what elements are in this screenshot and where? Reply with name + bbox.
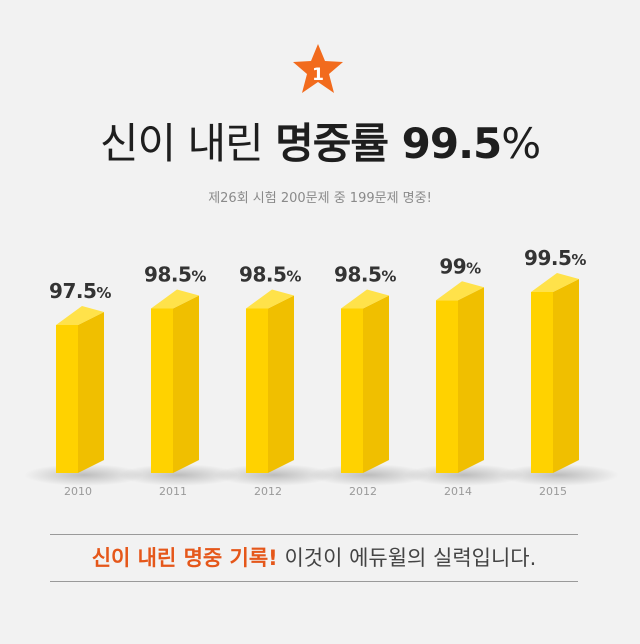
star-icon: 1 [293, 44, 343, 93]
bar-side [458, 287, 484, 473]
tagline-rest: 이것이 에듀윌의 실력입니다. [277, 546, 537, 570]
bar-value-number: 99.5 [524, 246, 571, 270]
bar [151, 308, 173, 473]
bar-value-unit: % [571, 251, 586, 269]
page-title: 신이 내린 명중률 99.5% [0, 110, 640, 171]
title-prefix: 신이 내린 [99, 119, 276, 168]
x-tick-label: 2012 [254, 485, 282, 498]
rank-badge: 1 [290, 42, 346, 96]
bar-value-label: 97.5% [49, 279, 111, 303]
bar-value-unit: % [381, 268, 396, 286]
badge-number: 1 [312, 65, 324, 85]
bar-side [78, 312, 104, 473]
bar-chart: 97.5% 2010 98.5% 2011 98.5% 2012 98.5% 2012 99% 2… [24, 246, 619, 498]
title-suffix: % [501, 119, 541, 168]
title-emphasis: 명중률 99.5 [275, 119, 502, 168]
bar [531, 292, 553, 473]
bar-value-number: 97.5 [49, 279, 96, 303]
x-tick-label: 2010 [64, 485, 92, 498]
x-tick-label: 2015 [539, 485, 567, 498]
bar-side [173, 295, 199, 473]
tagline: 신이 내린 명중 기록! 이것이 에듀윌의 실력입니다. [50, 534, 578, 582]
bar-value-label: 99% [439, 254, 481, 278]
bar-value-unit: % [191, 268, 206, 286]
bar-value-number: 99 [439, 254, 466, 278]
bar-side [268, 295, 294, 473]
bar-value-unit: % [286, 268, 301, 286]
bar [246, 308, 268, 473]
x-tick-label: 2012 [349, 485, 377, 498]
x-tick-label: 2011 [159, 485, 187, 498]
bar-value-number: 98.5 [334, 263, 381, 287]
bar [341, 308, 363, 473]
tagline-highlight: 신이 내린 명중 기록! [91, 546, 278, 570]
bar-value-unit: % [466, 259, 481, 277]
bar-side [363, 295, 389, 473]
bar-value-label: 99.5% [524, 246, 586, 270]
bar-value-label: 98.5% [144, 263, 206, 287]
accuracy-chart: 97.5% 2010 98.5% 2011 98.5% 2012 98.5% 2012 99% 2… [0, 240, 640, 510]
x-tick-label: 2014 [444, 485, 472, 498]
bar-value-unit: % [96, 284, 111, 302]
bar-side [553, 279, 579, 473]
bar-value-label: 98.5% [239, 263, 301, 287]
bar [436, 300, 458, 473]
bar-value-number: 98.5 [144, 263, 191, 287]
bar-value-number: 98.5 [239, 263, 286, 287]
page-subtitle: 제26회 시험 200문제 중 199문제 명중! [208, 191, 432, 206]
bar [56, 325, 78, 473]
bar-value-label: 98.5% [334, 263, 396, 287]
